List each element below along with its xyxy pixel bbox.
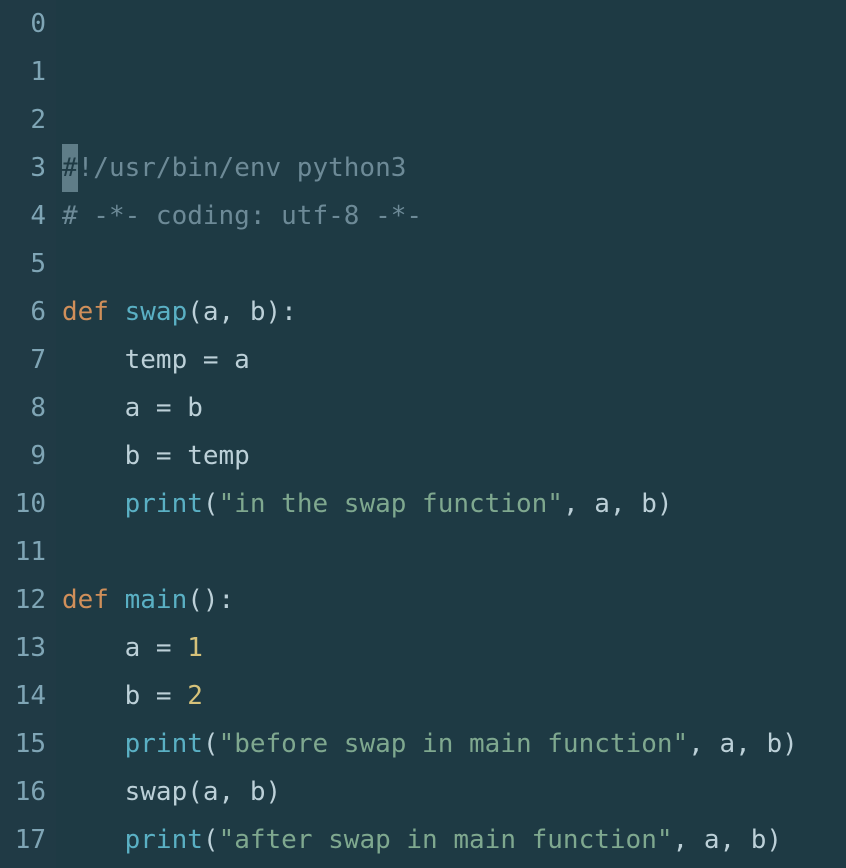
code-token: , a, b) [688, 729, 798, 759]
code-token: main [125, 585, 188, 615]
code-token: print [125, 825, 203, 855]
code-token [62, 825, 125, 855]
line-number: 11 [0, 528, 46, 576]
code-token [62, 489, 125, 519]
code-token: (a, b): [187, 297, 297, 327]
code-line[interactable]: a = 1 [62, 624, 846, 672]
code-token: !/usr/bin/env python3 [78, 153, 407, 183]
line-number: 15 [0, 720, 46, 768]
code-token: b = temp [62, 441, 250, 471]
line-number: 12 [0, 576, 46, 624]
code-line[interactable] [62, 528, 846, 576]
code-token: b = [62, 681, 187, 711]
line-number: 16 [0, 768, 46, 816]
code-line[interactable]: def main(): [62, 576, 846, 624]
code-line[interactable]: def swap(a, b): [62, 288, 846, 336]
code-token: , a, b) [673, 825, 783, 855]
code-token: 1 [187, 633, 203, 663]
code-token: swap(a, b) [62, 777, 281, 807]
code-line[interactable]: a = b [62, 384, 846, 432]
line-number: 2 [0, 96, 46, 144]
code-line[interactable]: temp = a [62, 336, 846, 384]
code-token: 2 [187, 681, 203, 711]
code-line[interactable] [62, 240, 846, 288]
code-line[interactable]: b = temp [62, 432, 846, 480]
line-number: 9 [0, 432, 46, 480]
line-number: 10 [0, 480, 46, 528]
code-token: def [62, 297, 125, 327]
code-line[interactable]: print("in the swap function", a, b) [62, 480, 846, 528]
code-token [62, 729, 125, 759]
code-token: (): [187, 585, 234, 615]
code-token: swap [125, 297, 188, 327]
code-token: print [125, 729, 203, 759]
code-token: ( [203, 489, 219, 519]
line-number: 14 [0, 672, 46, 720]
code-token: temp = a [62, 345, 250, 375]
line-number: 7 [0, 336, 46, 384]
code-token: "after swap in main function" [219, 825, 673, 855]
line-number: 17 [0, 816, 46, 864]
code-line[interactable]: print("after swap in main function", a, … [62, 816, 846, 864]
code-token: def [62, 585, 125, 615]
line-number: 3 [0, 144, 46, 192]
code-token: "before swap in main function" [219, 729, 689, 759]
code-line[interactable]: b = 2 [62, 672, 846, 720]
code-line[interactable]: #!/usr/bin/env python3 [62, 144, 846, 192]
line-number: 13 [0, 624, 46, 672]
code-token: ( [203, 729, 219, 759]
line-number: 5 [0, 240, 46, 288]
code-line[interactable] [62, 864, 846, 868]
line-number: 1 [0, 48, 46, 96]
code-area[interactable]: #!/usr/bin/env python3 # -*- coding: utf-… [56, 0, 846, 868]
code-token: print [125, 489, 203, 519]
line-number: 8 [0, 384, 46, 432]
line-number-gutter: 01234567891011121314151617 [0, 0, 56, 868]
line-number: 0 [0, 0, 46, 48]
code-editor[interactable]: 01234567891011121314151617 #!/usr/bin/en… [0, 0, 846, 868]
code-line[interactable]: print("before swap in main function", a,… [62, 720, 846, 768]
line-number: 4 [0, 192, 46, 240]
code-token: "in the swap function" [219, 489, 563, 519]
code-line[interactable]: # -*- coding: utf-8 -*- [62, 192, 846, 240]
code-token: a = b [62, 393, 203, 423]
code-token: , a, b) [563, 489, 673, 519]
code-token: a = [62, 633, 187, 663]
code-token: ( [203, 825, 219, 855]
code-token: # -*- coding: utf-8 -*- [62, 201, 422, 231]
line-number: 6 [0, 288, 46, 336]
code-line[interactable]: swap(a, b) [62, 768, 846, 816]
code-token: # [62, 144, 78, 192]
